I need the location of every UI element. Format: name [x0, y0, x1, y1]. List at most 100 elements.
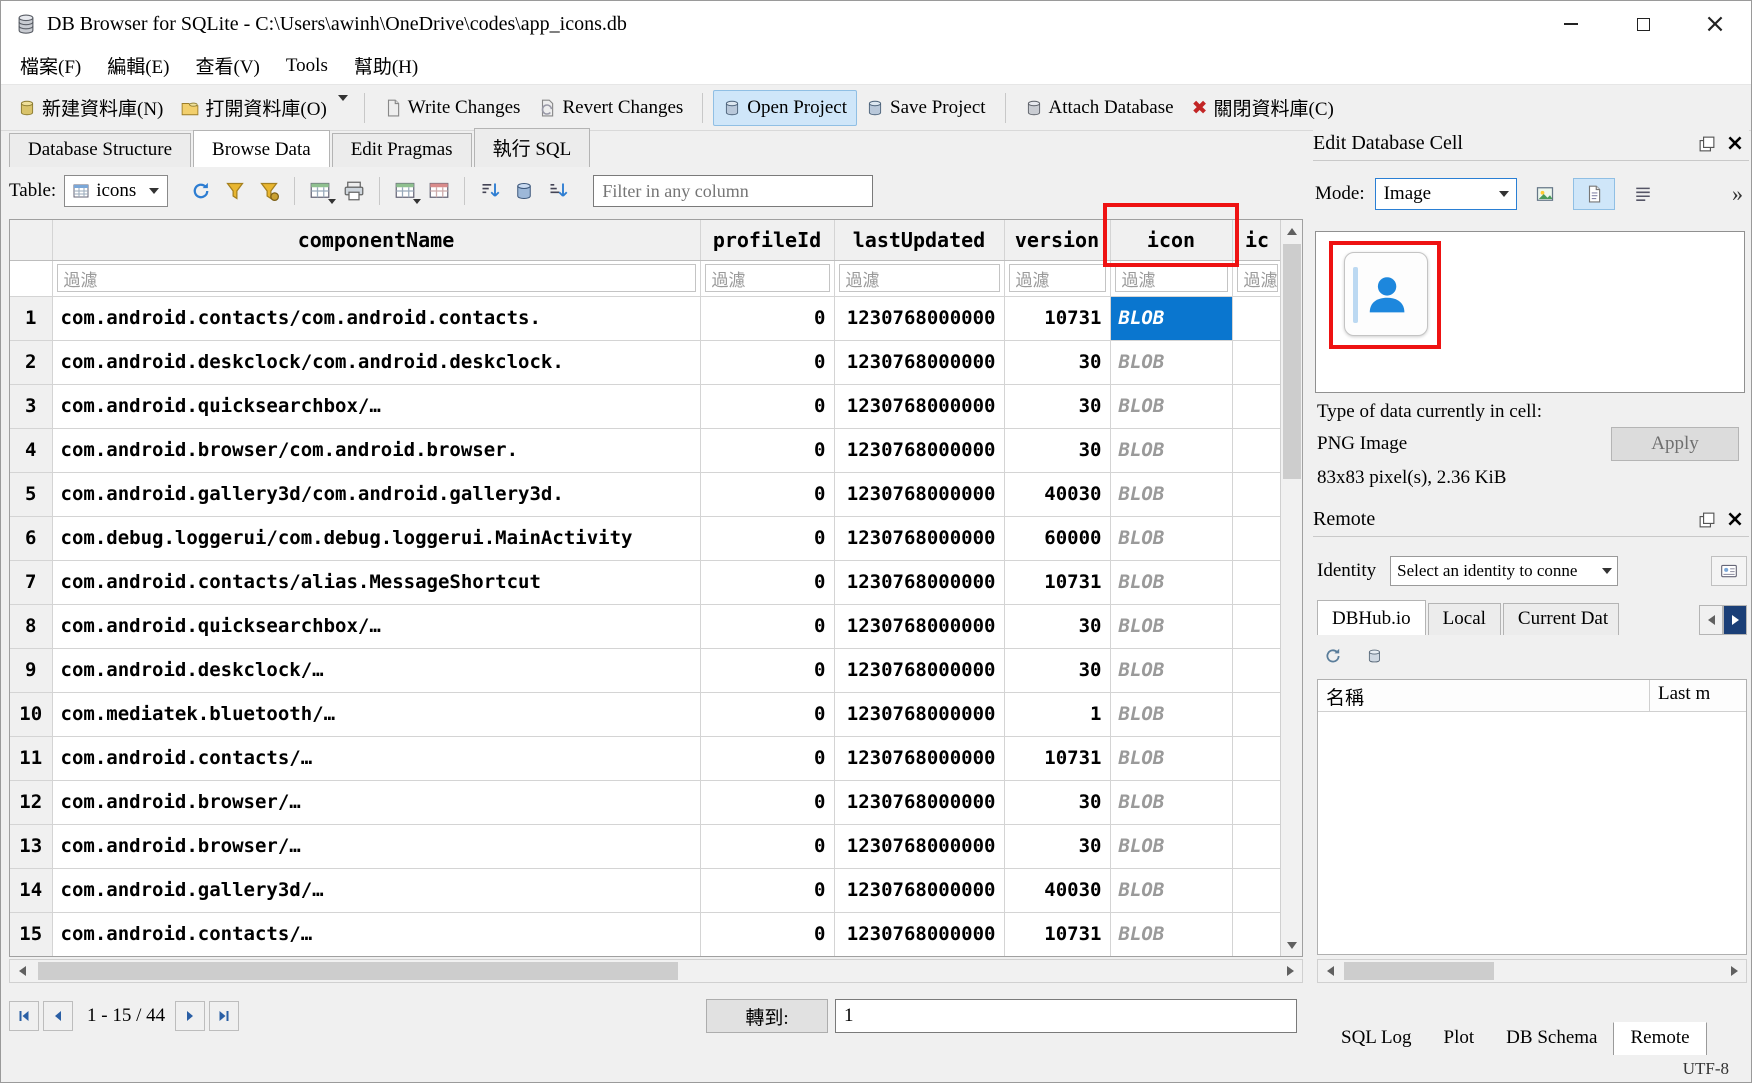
table-selector[interactable]: icons — [64, 175, 168, 207]
cell-profileId[interactable]: 0 — [700, 560, 834, 604]
row-number[interactable]: 13 — [10, 824, 52, 868]
open-database-button[interactable]: 打開資料庫(O) — [172, 88, 335, 127]
cell-version[interactable]: 30 — [1004, 780, 1110, 824]
cell-partial[interactable] — [1232, 868, 1282, 912]
first-page-button[interactable] — [9, 1001, 39, 1031]
close-panel-button[interactable]: × — [1721, 132, 1749, 156]
close-database-button[interactable]: ✖ 關閉資料庫(C) — [1183, 88, 1343, 127]
cell-icon[interactable]: BLOB — [1110, 912, 1232, 956]
cell-profileId[interactable]: 0 — [700, 604, 834, 648]
cell-lastUpdated[interactable]: 1230768000000 — [834, 296, 1004, 340]
cell-componentName[interactable]: com.android.contacts/alias.MessageShortc… — [52, 560, 700, 604]
attach-database-button[interactable]: Attach Database — [1016, 91, 1183, 125]
row-number[interactable]: 10 — [10, 692, 52, 736]
cell-icon[interactable]: BLOB — [1110, 516, 1232, 560]
cell-componentName[interactable]: com.debug.loggerui/com.debug.loggerui.Ma… — [52, 516, 700, 560]
float-panel-button[interactable] — [1693, 132, 1721, 156]
cell-version[interactable]: 10731 — [1004, 912, 1110, 956]
cell-lastUpdated[interactable]: 1230768000000 — [834, 384, 1004, 428]
close-button[interactable]: × — [1679, 1, 1751, 47]
column-header-lastUpdated[interactable]: lastUpdated — [834, 220, 1004, 260]
dock-tab-sql-log[interactable]: SQL Log — [1325, 1023, 1428, 1055]
cell-profileId[interactable]: 0 — [700, 384, 834, 428]
insert-record-button[interactable] — [303, 175, 337, 207]
remote-tab-current-database[interactable]: Current Dat — [1503, 603, 1619, 635]
cell-lastUpdated[interactable]: 1230768000000 — [834, 472, 1004, 516]
cell-partial[interactable] — [1232, 780, 1282, 824]
dock-tab-db-schema[interactable]: DB Schema — [1490, 1023, 1613, 1055]
row-number[interactable]: 7 — [10, 560, 52, 604]
cell-partial[interactable] — [1232, 604, 1282, 648]
cell-profileId[interactable]: 0 — [700, 868, 834, 912]
clear-filter-icon-button[interactable] — [218, 175, 252, 207]
tab-database-structure[interactable]: Database Structure — [9, 133, 191, 167]
remote-column-last-modified[interactable]: Last m — [1650, 680, 1746, 711]
tab-scroll-right-button[interactable] — [1723, 605, 1747, 635]
row-number[interactable]: 6 — [10, 516, 52, 560]
menu-file[interactable]: 檔案(F) — [7, 47, 94, 84]
tab-execute-sql[interactable]: 執行 SQL — [474, 128, 591, 167]
cell-icon[interactable]: BLOB — [1110, 560, 1232, 604]
filter-input-profileId[interactable]: 過濾 — [705, 264, 830, 292]
sort-ascending-button[interactable] — [473, 175, 507, 207]
cell-icon[interactable]: BLOB — [1110, 296, 1232, 340]
cell-componentName[interactable]: com.android.contacts/… — [52, 912, 700, 956]
cell-componentName[interactable]: com.android.contacts/com.android.contact… — [52, 296, 700, 340]
cell-lastUpdated[interactable]: 1230768000000 — [834, 428, 1004, 472]
menu-tools[interactable]: Tools — [273, 50, 341, 82]
remote-tab-local[interactable]: Local — [1428, 603, 1501, 635]
print-button[interactable] — [337, 175, 371, 207]
cell-icon[interactable]: BLOB — [1110, 868, 1232, 912]
cell-componentName[interactable]: com.android.contacts/… — [52, 736, 700, 780]
grid-vertical-scrollbar[interactable] — [1280, 220, 1302, 956]
cell-profileId[interactable]: 0 — [700, 824, 834, 868]
tab-edit-pragmas[interactable]: Edit Pragmas — [332, 133, 472, 167]
grid-corner[interactable] — [10, 220, 52, 260]
previous-page-button[interactable] — [43, 1001, 73, 1031]
tab-browse-data[interactable]: Browse Data — [193, 130, 330, 167]
cell-profileId[interactable]: 0 — [700, 472, 834, 516]
sort-descending-button[interactable] — [541, 175, 575, 207]
remote-horizontal-scrollbar[interactable] — [1317, 959, 1747, 983]
cell-lastUpdated[interactable]: 1230768000000 — [834, 736, 1004, 780]
last-page-button[interactable] — [209, 1001, 239, 1031]
cell-profileId[interactable]: 0 — [700, 736, 834, 780]
row-number[interactable]: 3 — [10, 384, 52, 428]
filter-input-componentName[interactable]: 過濾 — [57, 264, 696, 292]
close-panel-button[interactable]: × — [1721, 508, 1749, 532]
remote-tab-dbhub[interactable]: DBHub.io — [1317, 600, 1426, 635]
filter-input-icon[interactable]: 過濾 — [1115, 264, 1228, 292]
cell-version[interactable]: 10731 — [1004, 560, 1110, 604]
cell-partial[interactable] — [1232, 912, 1282, 956]
cell-profileId[interactable]: 0 — [700, 692, 834, 736]
cell-icon[interactable]: BLOB — [1110, 340, 1232, 384]
cell-lastUpdated[interactable]: 1230768000000 — [834, 560, 1004, 604]
import-image-button[interactable] — [1527, 178, 1563, 210]
revert-changes-button[interactable]: Revert Changes — [529, 91, 692, 125]
vertical-scroll-thumb[interactable] — [1283, 244, 1301, 479]
save-project-button[interactable]: Save Project — [857, 91, 995, 125]
cell-componentName[interactable]: com.android.browser/com.android.browser. — [52, 428, 700, 472]
cell-partial[interactable] — [1232, 428, 1282, 472]
manage-identities-button[interactable] — [1711, 556, 1747, 586]
cell-version[interactable]: 30 — [1004, 824, 1110, 868]
row-number[interactable]: 12 — [10, 780, 52, 824]
cell-componentName[interactable]: com.android.quicksearchbox/… — [52, 384, 700, 428]
cell-profileId[interactable]: 0 — [700, 296, 834, 340]
open-database-dropdown-icon[interactable] — [338, 95, 348, 101]
refresh-button[interactable] — [184, 175, 218, 207]
filter-any-column-input[interactable] — [593, 175, 873, 207]
row-number[interactable]: 8 — [10, 604, 52, 648]
cell-icon[interactable]: BLOB — [1110, 824, 1232, 868]
cell-componentName[interactable]: com.android.gallery3d/com.android.galler… — [52, 472, 700, 516]
new-database-button[interactable]: 新建資料庫(N) — [9, 88, 172, 127]
cell-componentName[interactable]: com.android.deskclock/com.android.deskcl… — [52, 340, 700, 384]
horizontal-scroll-thumb[interactable] — [38, 962, 678, 980]
cell-version[interactable]: 1 — [1004, 692, 1110, 736]
cell-version[interactable]: 30 — [1004, 428, 1110, 472]
scroll-right-button[interactable] — [1722, 960, 1746, 982]
cell-lastUpdated[interactable]: 1230768000000 — [834, 780, 1004, 824]
remote-column-name[interactable]: 名稱 — [1318, 680, 1650, 711]
cell-partial[interactable] — [1232, 472, 1282, 516]
cell-version[interactable]: 10731 — [1004, 296, 1110, 340]
